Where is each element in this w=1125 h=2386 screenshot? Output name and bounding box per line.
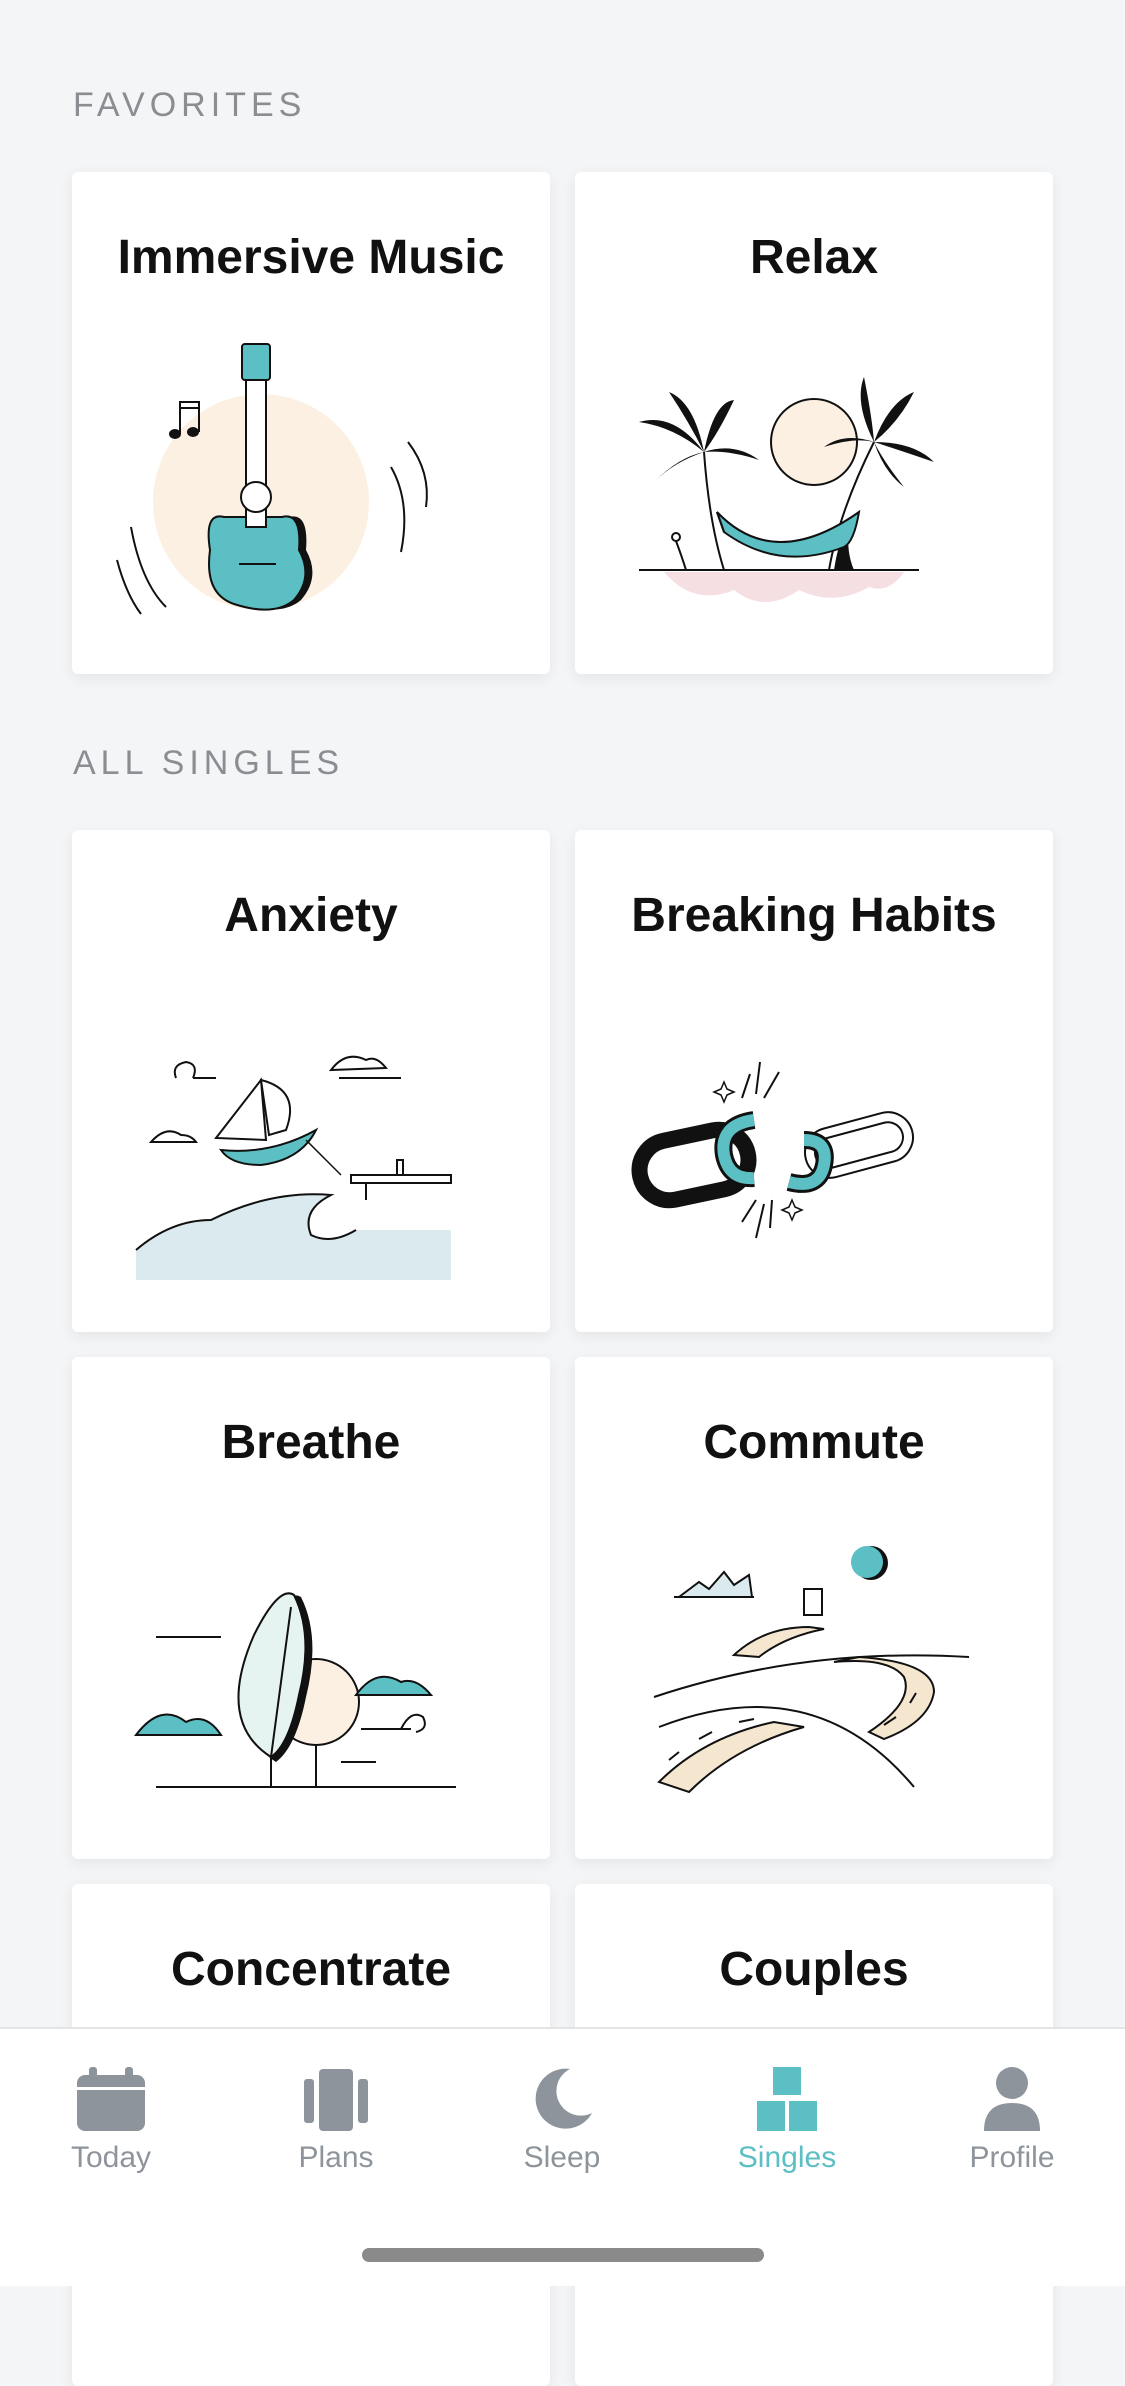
- tab-label: Sleep: [523, 2141, 601, 2174]
- broken-chain-illustration: [631, 1061, 914, 1239]
- card-title: Concentrate: [170, 1943, 452, 1996]
- tab-label: Profile: [969, 2141, 1055, 2174]
- winding-road-illustration: [653, 1546, 970, 1794]
- tab-singles[interactable]: Singles: [697, 2065, 877, 2195]
- home-indicator[interactable]: [362, 2248, 764, 2262]
- tab-profile[interactable]: Profile: [922, 2065, 1102, 2195]
- person-icon: [984, 2067, 1040, 2131]
- guitar-illustration: [116, 343, 428, 615]
- tab-sleep[interactable]: Sleep: [472, 2065, 652, 2195]
- card-title: Anxiety: [224, 889, 398, 942]
- card-title: Couples: [719, 1943, 909, 1996]
- card-title: Relax: [749, 231, 879, 284]
- tab-today[interactable]: Today: [21, 2065, 201, 2195]
- card-commute[interactable]: Commute: [575, 1357, 1053, 1859]
- card-title: Commute: [703, 1416, 925, 1469]
- leaf-cloud-illustration: [133, 1592, 456, 1788]
- card-relax[interactable]: Relax: [575, 172, 1053, 674]
- tab-label: Plans: [298, 2141, 374, 2174]
- moon-icon: [535, 2068, 592, 2129]
- tab-label: Singles: [737, 2141, 837, 2174]
- card-anxiety[interactable]: Anxiety: [72, 830, 550, 1332]
- sailboat-wave-illustration: [135, 1055, 452, 1280]
- calendar-icon: [77, 2067, 145, 2131]
- card-title: Breathe: [221, 1416, 401, 1469]
- all-singles-section-title: ALL SINGLES: [73, 744, 345, 782]
- hammock-palm-illustration: [639, 377, 934, 602]
- grid-blocks-icon: [757, 2067, 817, 2131]
- plans-icon: [304, 2069, 368, 2131]
- card-immersive-music[interactable]: Immersive Music: [72, 172, 550, 674]
- card-breathe[interactable]: Breathe: [72, 1357, 550, 1859]
- card-breaking-habits[interactable]: Breaking Habits: [575, 830, 1053, 1332]
- card-title: Immersive Music: [117, 231, 505, 284]
- favorites-section-title: FAVORITES: [73, 86, 307, 124]
- tab-plans[interactable]: Plans: [246, 2065, 426, 2195]
- card-title: Breaking Habits: [631, 889, 997, 942]
- tab-label: Today: [70, 2141, 152, 2174]
